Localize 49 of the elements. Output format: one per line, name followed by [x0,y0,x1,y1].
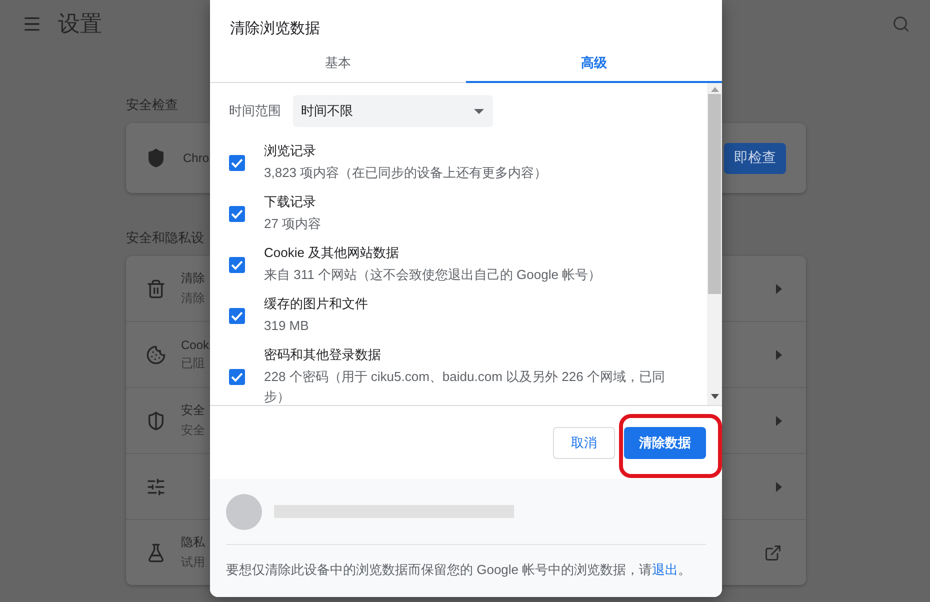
flask-icon [146,542,166,562]
row-title[interactable]: 清除 [181,270,205,287]
item-detail: 27 项内容 [264,215,322,233]
page-title: 设置 [58,10,102,38]
cancel-button[interactable]: 取消 [553,426,615,458]
section-heading: 安全和隐私设 [126,229,204,245]
sign-out-note: 要想仅清除此设备中的浏览数据而保留您的 Google 帐号中的浏览数据，请退出。 [226,561,692,579]
cookie-icon [146,344,166,364]
avatar [226,494,262,530]
item-detail: 228 个密码（用于 ciku5.com、baidu.com 以及另外 226 个网域，已同步） [264,368,666,405]
scrollbar[interactable] [707,83,722,405]
row-title[interactable]: Cook [181,338,210,352]
dropdown-arrow-icon [474,108,484,114]
item-detail: 319 MB [264,317,310,335]
item-title: 下载记录 [264,193,317,211]
checkbox[interactable] [229,368,245,384]
checkbox[interactable] [229,308,245,324]
checkbox[interactable] [229,256,245,272]
triangle-right-icon [776,350,782,360]
checkbox[interactable] [229,206,245,222]
item-title: 缓存的图片和文件 [264,295,369,313]
triangle-right-icon [776,482,782,492]
shield-icon [146,148,166,168]
dialog-title: 清除浏览数据 [229,19,321,39]
tab[interactable]: 高级 [466,49,722,83]
triangle-right-icon [776,416,782,426]
search-icon[interactable] [892,15,910,33]
item-title: Cookie 及其他网站数据 [264,244,400,262]
sign-out-link[interactable]: 退出 [652,562,678,577]
item-title: 密码和其他登录数据 [264,346,382,364]
tab[interactable]: 基本 [210,49,466,83]
external-link-icon[interactable] [764,544,782,562]
item-title: 浏览记录 [264,142,317,160]
sliders-icon [146,476,166,496]
clear-data-button[interactable]: 清除数据 [624,426,706,458]
scroll-down-arrow-icon[interactable] [710,394,718,399]
item-detail: 来自 311 个网站（这不会致使您退出自己的 Google 帐号） [264,266,602,284]
time-range-label: 时间范围 [229,102,281,120]
shield-icon [146,410,166,430]
trash-icon [146,278,166,298]
card-text: Chro [183,151,210,165]
section-heading: 安全检查 [126,96,178,112]
row-title[interactable]: 隐私 [181,534,205,551]
time-range-select[interactable]: 时间不限 [293,95,493,127]
triangle-right-icon [776,284,782,294]
item-detail: 3,823 项内容（在已同步的设备上还有更多内容） [264,164,548,182]
checkbox[interactable] [229,154,245,170]
check-now-button[interactable]: 即检查 [724,142,786,174]
row-title[interactable]: 安全 [181,402,205,419]
